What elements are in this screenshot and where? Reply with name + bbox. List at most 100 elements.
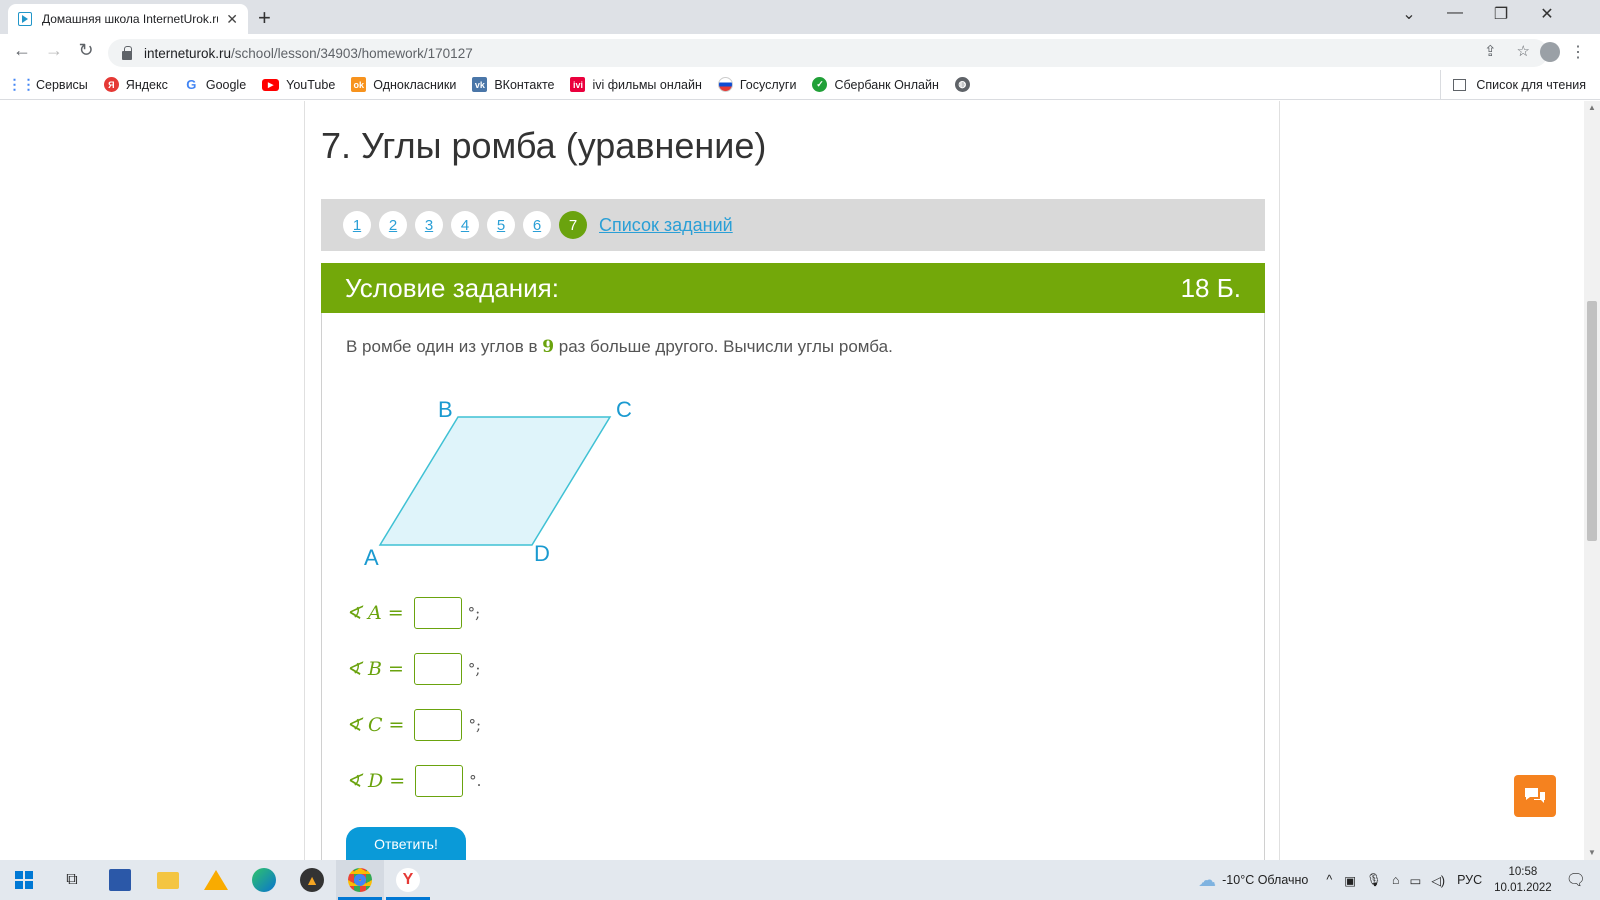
page-link-1[interactable]: 1	[343, 211, 371, 239]
page-scrollbar[interactable]: ▲ ▼	[1584, 101, 1600, 860]
angle-b-input[interactable]	[413, 653, 462, 685]
bookmark-youtube[interactable]: ▶ YouTube	[262, 78, 335, 92]
task-view-button[interactable]: ⧉	[48, 860, 96, 900]
taskbar-app-yandex[interactable]: Y	[384, 860, 432, 900]
taskbar-app-chrome[interactable]	[336, 860, 384, 900]
folder-icon	[157, 871, 179, 889]
reading-list-button[interactable]: Список для чтения	[1440, 70, 1586, 100]
taskbar-app-edge[interactable]	[240, 860, 288, 900]
url-path: /school/lesson/34903/homework/170127	[231, 45, 473, 61]
bookmark-odnoklassniki[interactable]: ok Однокласники	[351, 77, 456, 92]
page-title: 7. Углы ромба (уравнение)	[321, 125, 767, 166]
google-icon: G	[186, 77, 197, 92]
taskbar-app-avast[interactable]: ▲	[288, 860, 336, 900]
bookmark-google[interactable]: G Google	[184, 77, 246, 92]
profile-avatar-icon[interactable]	[1540, 42, 1560, 62]
task-pager: 1 2 3 4 5 6 7 Список заданий	[321, 199, 1265, 251]
bookmark-star-icon[interactable]: ☆	[1517, 42, 1530, 60]
scroll-down-icon[interactable]: ▼	[1588, 848, 1596, 857]
tab-close-icon[interactable]: ✕	[226, 11, 238, 28]
bookmark-ivi[interactable]: ivi ivi фильмы онлайн	[570, 77, 702, 92]
task-header-title: Условие задания:	[345, 272, 559, 303]
bookmark-yandex[interactable]: Я Яндекс	[103, 77, 168, 92]
angle-c-input[interactable]	[414, 709, 463, 741]
angle-d-input[interactable]	[415, 765, 464, 797]
vertex-label-a: A	[364, 545, 379, 570]
bookmark-sberbank[interactable]: ✓ Сбербанк Онлайн	[812, 77, 939, 92]
browser-menu-icon[interactable]: ⋮	[1570, 42, 1586, 62]
back-arrow-icon[interactable]: ←	[10, 40, 34, 61]
taskbar-app-drive[interactable]	[192, 860, 240, 900]
reload-icon[interactable]: ↻	[74, 40, 98, 61]
answer-row-a: ∢ A = °;	[346, 597, 480, 629]
globe-icon: ◍	[954, 77, 970, 92]
url-host: interneturok.ru	[144, 45, 232, 61]
windows-taskbar: ⧉ ▲ Y ☁ -10°C Облачно ^ ▣ 🎙 ⌂ ▭ ◁) РУС 1…	[0, 860, 1600, 900]
page-link-2[interactable]: 2	[379, 211, 407, 239]
web-page: 7. Углы ромба (уравнение) 1 2 3 4 5 6 7 …	[0, 101, 1584, 860]
browser-toolbar: ← → ↻ interneturok.ru/school/lesson/3490…	[0, 34, 1600, 70]
display-icon[interactable]: ▭	[1410, 873, 1422, 888]
chat-button[interactable]	[1514, 775, 1556, 817]
edge-icon	[252, 868, 276, 892]
vk-icon: vk	[472, 77, 488, 92]
task-list-link[interactable]: Список заданий	[599, 215, 733, 236]
chrome-icon	[348, 868, 372, 892]
reading-list-icon	[1453, 79, 1467, 91]
condition-number: 9	[542, 337, 555, 357]
scrollbar-thumb[interactable]	[1587, 301, 1597, 541]
bookmark-services[interactable]: ⋮⋮ Сервисы	[8, 76, 88, 92]
page-link-5[interactable]: 5	[487, 211, 515, 239]
minimize-button[interactable]: —	[1432, 4, 1478, 22]
ivi-icon: ivi	[570, 77, 586, 92]
tab-title: Домашняя школа InternetUrok.ru	[42, 12, 219, 26]
language-indicator[interactable]: РУС	[1457, 873, 1482, 887]
vertex-label-d: D	[534, 541, 550, 566]
answer-tail-d: °.	[469, 772, 482, 790]
bookmark-vkontakte[interactable]: vk ВКонтакте	[472, 77, 554, 92]
avast-icon: ▲	[300, 868, 324, 892]
answer-label-c: ∢ C =	[346, 714, 405, 736]
scroll-up-icon[interactable]: ▲	[1588, 103, 1596, 112]
start-button[interactable]	[0, 860, 48, 900]
address-bar[interactable]: interneturok.ru/school/lesson/34903/home…	[108, 39, 1548, 67]
page-link-4[interactable]: 4	[451, 211, 479, 239]
weather-text[interactable]: -10°C Облачно	[1222, 873, 1308, 887]
answer-label-d: ∢ D =	[346, 770, 406, 792]
taskbar-app-save[interactable]	[96, 860, 144, 900]
task-view-icon: ⧉	[66, 871, 78, 888]
page-link-7-current[interactable]: 7	[559, 211, 587, 239]
answer-row-d: ∢ D = °.	[346, 765, 481, 797]
answer-row-b: ∢ B = °;	[346, 653, 480, 685]
network-icon[interactable]: ⌂	[1392, 873, 1400, 887]
notifications-icon[interactable]: 🗨	[1566, 870, 1586, 890]
meet-now-icon[interactable]: ▣	[1344, 873, 1356, 888]
drive-triangle-icon	[204, 870, 228, 890]
restore-button[interactable]: ❐	[1478, 4, 1524, 24]
angle-a-input[interactable]	[413, 597, 462, 629]
bookmark-gosuslugi[interactable]: Госуслуги	[717, 77, 796, 92]
clock[interactable]: 10:58 10.01.2022	[1494, 864, 1552, 896]
answer-tail-a: °;	[467, 604, 481, 622]
taskbar-app-explorer[interactable]	[144, 860, 192, 900]
youtube-icon: ▶	[262, 78, 280, 91]
page-link-6[interactable]: 6	[523, 211, 551, 239]
browser-tab-active[interactable]: Домашняя школа InternetUrok.ru ✕	[8, 4, 248, 34]
forward-arrow-icon[interactable]: →	[42, 40, 66, 61]
lock-icon[interactable]	[122, 45, 132, 60]
bookmark-globe[interactable]: ◍	[954, 77, 977, 92]
yandex-browser-icon: Y	[396, 868, 420, 892]
close-window-button[interactable]: ✕	[1524, 4, 1570, 24]
task-condition: В ромбе один из углов в 9 раз больше дру…	[346, 337, 893, 357]
share-icon[interactable]: ⇪	[1484, 42, 1497, 60]
microphone-icon[interactable]: 🎙	[1366, 873, 1382, 888]
tab-search-icon[interactable]: ⌄	[1386, 4, 1432, 24]
page-link-3[interactable]: 3	[415, 211, 443, 239]
weather-cloud-icon[interactable]: ☁	[1198, 870, 1216, 891]
gosuslugi-icon	[717, 77, 733, 92]
tray-expand-icon[interactable]: ^	[1326, 873, 1332, 887]
volume-icon[interactable]: ◁)	[1431, 873, 1445, 888]
rhombus-figure: B C A D	[364, 397, 632, 570]
submit-answer-button[interactable]: Ответить!	[346, 827, 466, 860]
new-tab-button[interactable]: +	[258, 5, 271, 31]
